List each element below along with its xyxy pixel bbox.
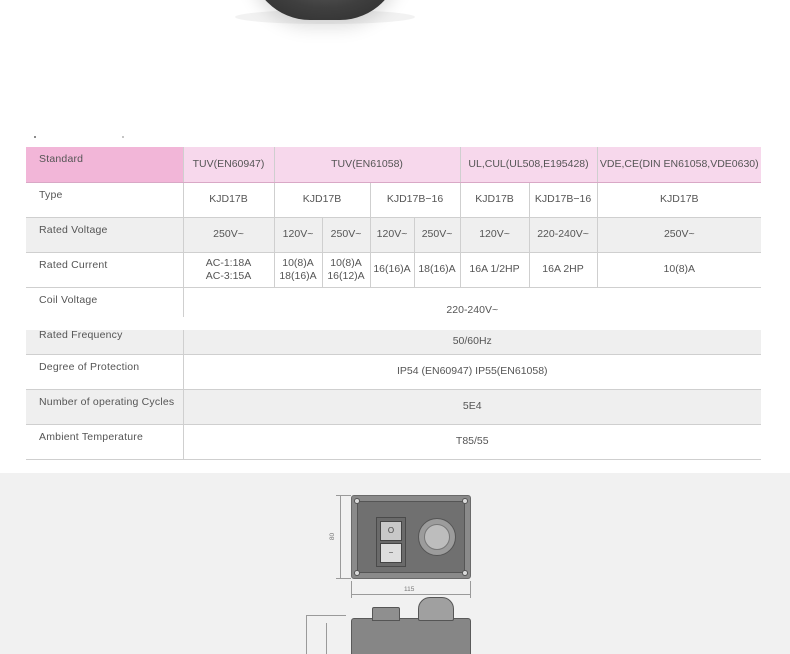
decor-dot: [122, 136, 124, 138]
type-cell: KJD17B: [273, 182, 370, 218]
ambient-value: T85/55: [182, 424, 762, 460]
side-dimension-line: [306, 615, 307, 654]
screw-icon: [354, 498, 360, 504]
side-dimension-line: [326, 623, 327, 654]
current-cell: AC-1:18A AC-3:15A: [182, 252, 274, 288]
screw-icon: [462, 570, 468, 576]
switch-off-button: −: [380, 543, 402, 563]
row-label-protection: Degree of Protection: [26, 354, 183, 390]
dimension-tick: [351, 581, 352, 598]
voltage-cell: 250V~: [596, 217, 762, 253]
decor-dot: [34, 136, 36, 138]
current-cell: 16A 2HP: [528, 252, 598, 288]
frequency-value: 50/60Hz: [182, 328, 762, 355]
switch-box-front-view: O −: [351, 495, 471, 579]
type-cell: KJD17B: [182, 182, 274, 218]
page-cut-line: [26, 317, 761, 330]
spec-table: Standard TUV(EN60947) TUV(EN61058) UL,CU…: [26, 147, 762, 460]
screw-icon: [354, 570, 360, 576]
current-line: 18(16)A: [279, 269, 317, 282]
voltage-cell: 120V~: [369, 217, 414, 253]
current-cell: 10(8)A 16(12)A: [321, 252, 370, 288]
row-label-type: Type: [26, 182, 183, 218]
type-row: Type KJD17B KJD17B KJD17B−16 KJD17B KJD1…: [26, 182, 762, 218]
dimension-tick: [470, 581, 471, 598]
current-cell: 16A 1/2HP: [459, 252, 530, 288]
type-cell: KJD17B: [596, 182, 762, 218]
standard-row: Standard TUV(EN60947) TUV(EN61058) UL,CU…: [26, 147, 762, 183]
current-row: Rated Current AC-1:18A AC-3:15A 10(8)A 1…: [26, 252, 762, 288]
row-label-cycles: Number of operating Cycles: [26, 389, 183, 425]
rocker-switch: O −: [376, 517, 406, 567]
current-line: AC-1:18A: [205, 256, 252, 269]
screw-icon: [462, 498, 468, 504]
dimension-tick: [306, 615, 346, 616]
height-dimension-line: [340, 495, 341, 579]
current-cell: 10(8)A: [596, 252, 762, 288]
current-cell: 10(8)A 18(16)A: [273, 252, 322, 288]
switch-on-button: O: [380, 521, 402, 541]
type-cell: KJD17B−16: [369, 182, 461, 218]
dimension-tick: [336, 495, 351, 496]
type-cell: KJD17B: [459, 182, 530, 218]
cycles-row: Number of operating Cycles 5E4: [26, 389, 762, 425]
voltage-row: Rated Voltage 250V~ 120V~ 250V~ 120V~ 25…: [26, 217, 762, 253]
width-dimension-line: [351, 594, 471, 595]
height-dimension-label: 80: [329, 532, 337, 541]
knob-cap: [424, 524, 450, 550]
switch-box-panel: O −: [357, 501, 465, 573]
dimension-tick: [336, 578, 351, 579]
current-line: AC-3:15A: [205, 269, 252, 282]
protection-value: IP54 (EN60947) IP55(EN61058): [182, 354, 762, 390]
cycles-value: 5E4: [182, 389, 762, 425]
voltage-cell: 120V~: [273, 217, 322, 253]
voltage-cell: 220-240V~: [528, 217, 598, 253]
emergency-stop-knob: [418, 518, 456, 556]
protection-row: Degree of Protection IP54 (EN60947) IP55…: [26, 354, 762, 390]
row-label-current: Rated Current: [26, 252, 183, 288]
row-label-standard: Standard: [26, 147, 183, 183]
current-line: 10(8)A: [282, 256, 314, 269]
current-cell: 18(16)A: [413, 252, 461, 288]
frequency-row: Rated Frequency 50/60Hz: [26, 328, 762, 355]
voltage-cell: 250V~: [321, 217, 370, 253]
width-dimension-label: 115: [404, 586, 415, 593]
current-line: 16(12)A: [327, 269, 365, 282]
type-cell: KJD17B−16: [528, 182, 598, 218]
technical-drawing-panel: 80 115 O −: [0, 473, 790, 654]
side-switch: [372, 607, 400, 621]
voltage-cell: 120V~: [459, 217, 530, 253]
standard-vde-ce: VDE,CE(DIN EN61058,VDE0630): [596, 147, 762, 183]
switch-box-side-view: [351, 597, 471, 654]
voltage-cell: 250V~: [182, 217, 274, 253]
standard-tuv-61058: TUV(EN61058): [273, 147, 461, 183]
side-knob: [418, 597, 454, 621]
current-cell: 16(16)A: [369, 252, 414, 288]
standard-tuv-60947: TUV(EN60947): [182, 147, 274, 183]
current-line: 10(8)A: [330, 256, 362, 269]
ambient-row: Ambient Temperature T85/55: [26, 424, 762, 460]
standard-ul-cul: UL,CUL(UL508,E195428): [459, 147, 598, 183]
voltage-cell: 250V~: [413, 217, 461, 253]
row-label-voltage: Rated Voltage: [26, 217, 183, 253]
row-label-frequency: Rated Frequency: [26, 328, 183, 355]
row-label-ambient: Ambient Temperature: [26, 424, 183, 460]
